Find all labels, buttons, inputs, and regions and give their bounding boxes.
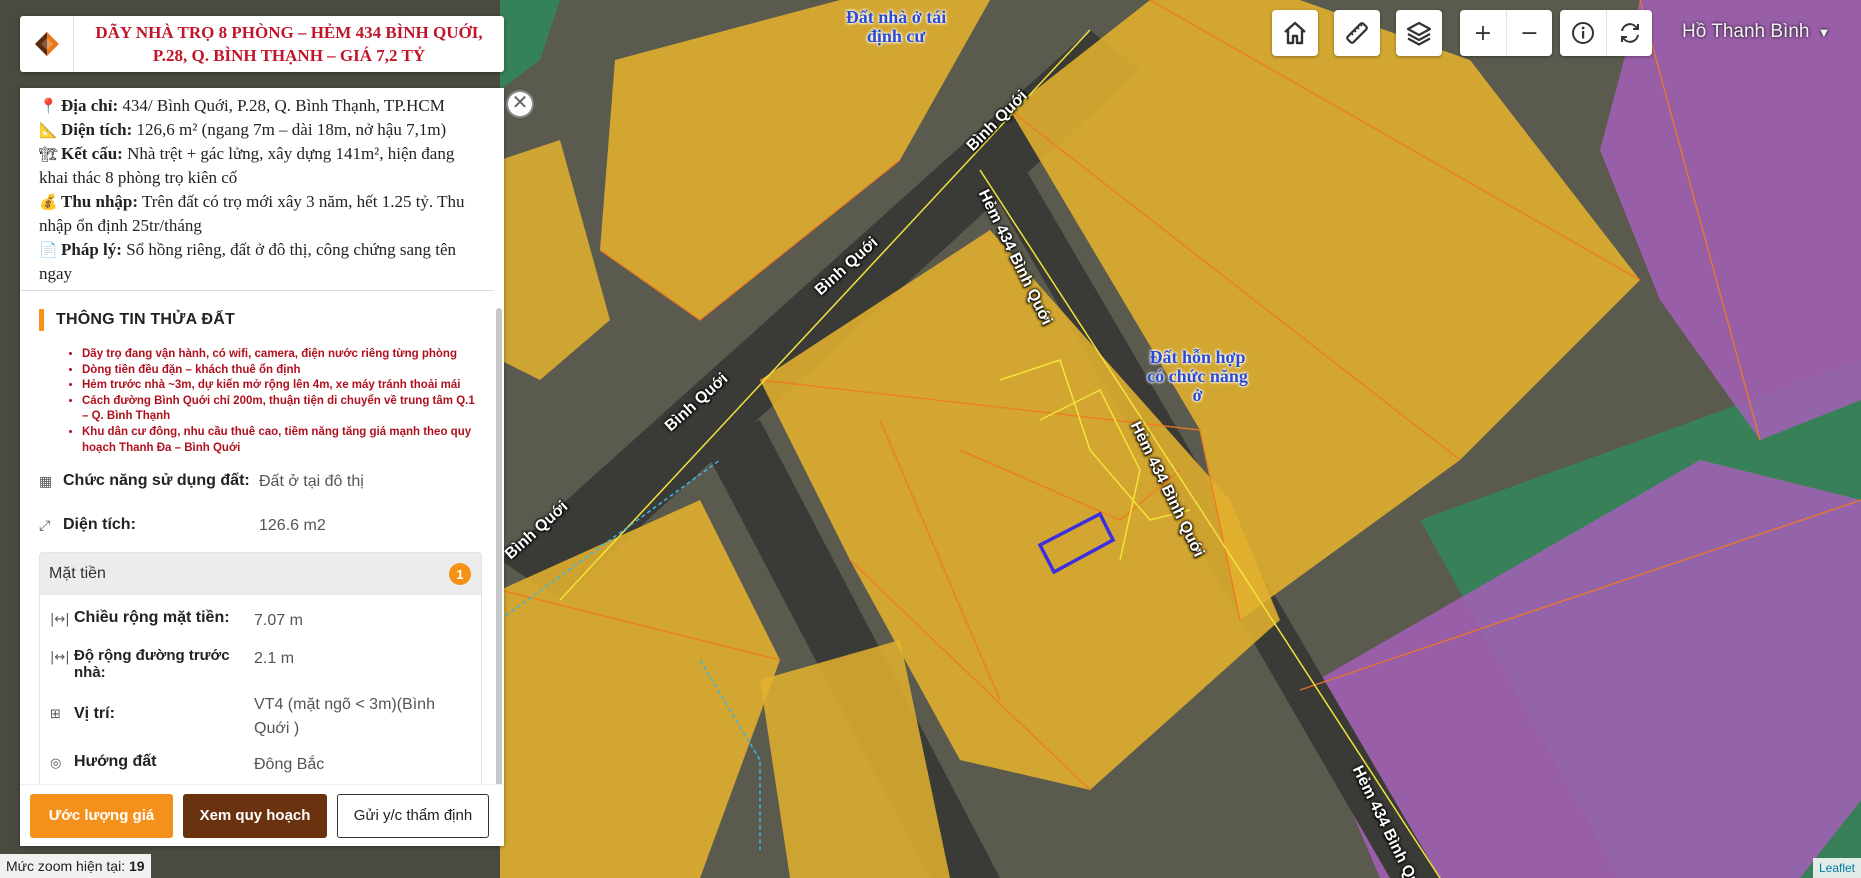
frontage-header[interactable]: Mặt tiền 1: [40, 553, 481, 596]
area-row: ⤢ Diện tích: 126.6 m2: [39, 516, 494, 536]
land-use-row: ▦ Chức năng sử dụng đất: Đất ở tại đô th…: [39, 472, 494, 492]
construction-icon: 🏗: [39, 145, 59, 163]
listing-description: 📍 Địa chỉ: 434/ Bình Quới, P.28, Q. Bình …: [20, 88, 494, 286]
map-attribution[interactable]: Leaflet: [1812, 858, 1861, 878]
highlights-list: Dãy trọ đang vận hành, có wifi, camera, …: [82, 347, 494, 456]
home-button[interactable]: [1272, 10, 1318, 56]
chevron-down-icon: ▼: [1817, 25, 1831, 40]
description-address: 📍 Địa chỉ: 434/ Bình Quới, P.28, Q. Bình …: [39, 94, 478, 118]
parcel-info-panel: 📍 Địa chỉ: 434/ Bình Quới, P.28, Q. Bình …: [20, 88, 504, 846]
refresh-icon: [1620, 23, 1639, 43]
user-name: Hồ Thanh Bình: [1682, 21, 1810, 42]
zone-label-mixed: Đất hỗn hợp có chức năng ở: [1147, 347, 1248, 405]
document-icon: 📄: [39, 241, 58, 259]
zoom-value: 19: [128, 858, 145, 874]
zoom-controls: + −: [1460, 10, 1552, 56]
listing-title: DÃY NHÀ TRỌ 8 PHÒNG – HẺM 434 BÌNH QUỚI,…: [95, 23, 483, 65]
direction-row: ◎ Hướng đất Đông Bắc: [40, 753, 481, 777]
frontage-width-row: |↔| Chiều rộng mặt tiền: 7.07 m: [40, 609, 481, 633]
land-use-label: Chức năng sử dụng đất:: [63, 472, 250, 490]
land-use-value: Đất ở tại đô thị: [259, 473, 364, 491]
list-item: Khu dân cư đông, nhu cầu thuê cao, tiềm …: [82, 425, 482, 456]
leaflet-link[interactable]: Leaflet: [1819, 861, 1855, 875]
frontage-title: Mặt tiền: [49, 565, 106, 583]
frontage-width-value: 7.07 m: [254, 612, 303, 630]
list-item: Dòng tiền đều đặn – khách thuê ổn định: [82, 363, 482, 379]
plus-icon: +: [1473, 20, 1493, 46]
request-appraisal-button[interactable]: Gửi y/c thẩm định: [337, 793, 489, 838]
divider: [20, 290, 494, 291]
frontage-group: Mặt tiền 1 |↔| Chiều rộng mặt tiền: 7.07…: [39, 552, 482, 795]
direction-label: Hướng đất: [74, 753, 157, 771]
zone-label-resettlement: Đất nhà ở tái định cư: [845, 7, 947, 46]
area-value: 126.6 m2: [259, 517, 326, 535]
description-legal: 📄 Pháp lý: Sổ hồng riêng, đất ở đô thị, c…: [39, 240, 457, 283]
building-icon: ▦: [39, 474, 53, 491]
zoom-out-button[interactable]: −: [1506, 10, 1552, 56]
pin-icon: 📍: [39, 97, 58, 115]
frontage-count-badge: 1: [449, 563, 471, 586]
refresh-button[interactable]: [1606, 10, 1652, 56]
view-planning-button[interactable]: Xem quy hoạch: [183, 793, 327, 838]
road-width-row: |↔| Độ rộng đường trước nhà: 2.1 m: [40, 647, 481, 681]
panel-scrollbar[interactable]: [496, 308, 502, 838]
home-icon: [1284, 21, 1306, 45]
position-row: ⊞ Vị trí: VT4 (mặt ngõ < 3m)(Bình Quới ): [40, 693, 481, 741]
ruler-icon: [1346, 22, 1368, 44]
logo-icon: [20, 16, 74, 72]
width-arrows-icon: |↔|: [50, 612, 70, 628]
list-item: Hẻm trước nhà ~3m, dự kiến mở rộng lên 4…: [82, 378, 482, 394]
position-label: Vị trí:: [74, 705, 115, 723]
ruler-triangle-icon: 📐: [39, 121, 58, 139]
zoom-in-button[interactable]: +: [1460, 10, 1506, 56]
zoom-label: Mức zoom hiện tại:: [6, 858, 126, 874]
frontage-width-label: Chiều rộng mặt tiền:: [74, 609, 230, 627]
money-bag-icon: 💰: [39, 193, 58, 211]
user-menu[interactable]: Hồ Thanh Bình ▼: [1682, 21, 1830, 43]
close-panel-button[interactable]: ✕: [506, 90, 534, 118]
position-value: VT4 (mặt ngõ < 3m)(Bình Quới ): [254, 696, 435, 738]
info-controls: [1560, 10, 1652, 56]
panel-actions: Ước lượng giá Xem quy hoạch Gửi y/c thẩm…: [20, 784, 504, 846]
panel-scroll-area[interactable]: 📍 Địa chỉ: 434/ Bình Quới, P.28, Q. Bình …: [20, 88, 494, 846]
description-structure: 🏗 Kết cấu: Nhà trệt + gác lửng, xây dựng …: [39, 144, 455, 187]
area-label: Diện tích:: [63, 516, 136, 534]
minus-icon: −: [1520, 20, 1539, 46]
description-area: 📐 Diện tích: 126,6 m² (ngang 7m – dài 18m…: [39, 118, 478, 142]
info-button[interactable]: [1560, 10, 1606, 56]
expand-icon: ⤢: [39, 518, 51, 535]
road-width-label: Độ rộng đường trước nhà:: [74, 647, 230, 682]
layers-button[interactable]: [1396, 10, 1442, 56]
width-arrows-icon: |↔|: [50, 650, 70, 666]
list-item: Cách đường Bình Quới chỉ 200m, thuận tiệ…: [82, 394, 482, 425]
description-income: 💰 Thu nhập: Trên đất có trọ mới xây 3 năm…: [39, 192, 465, 235]
section-title: THÔNG TIN THỬA ĐẤT: [39, 309, 494, 331]
list-item: Dãy trọ đang vận hành, có wifi, camera, …: [82, 347, 482, 363]
measure-button[interactable]: [1334, 10, 1380, 56]
direction-value: Đông Bắc: [254, 756, 325, 774]
layers-icon: [1406, 21, 1432, 46]
listing-title-card: DÃY NHÀ TRỌ 8 PHÒNG – HẺM 434 BÌNH QUỚI,…: [20, 16, 504, 72]
grid-icon: ⊞: [50, 707, 61, 723]
compass-icon: ◎: [50, 756, 62, 772]
info-icon: [1572, 22, 1594, 44]
zoom-level-indicator: Mức zoom hiện tại: 19: [0, 854, 151, 878]
road-width-value: 2.1 m: [254, 650, 295, 668]
estimate-price-button[interactable]: Ước lượng giá: [30, 793, 173, 838]
